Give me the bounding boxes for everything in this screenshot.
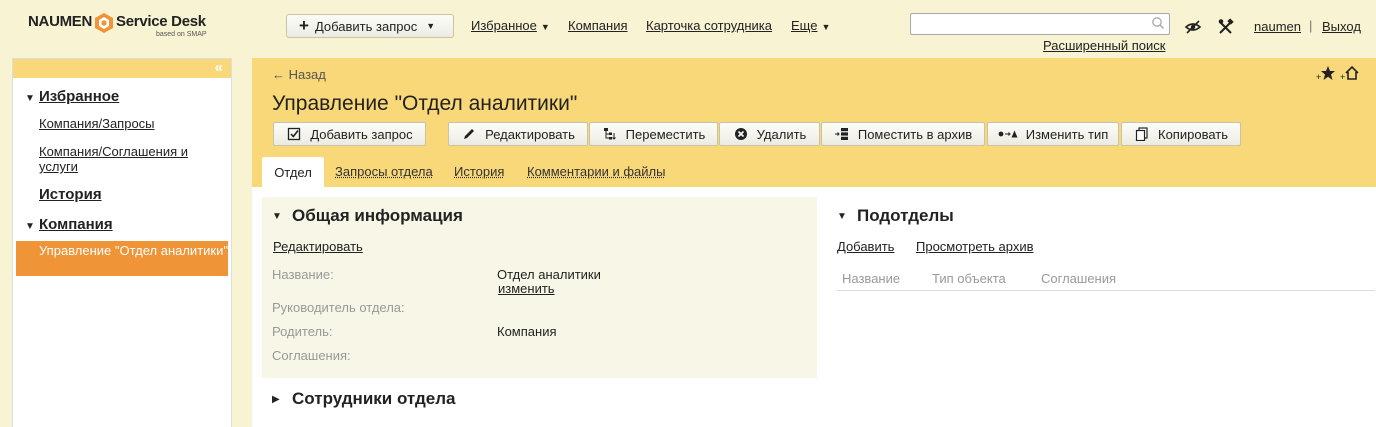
caret-down-icon: ▼ [821, 22, 831, 32]
nav-employee-card[interactable]: Карточка сотрудника [646, 18, 772, 33]
divider: | [1309, 18, 1313, 33]
add-favorite-star-icon[interactable]: + [1316, 65, 1336, 84]
employees-title: Сотрудники отдела [292, 389, 456, 408]
add-request-toolbar-label: Добавить запрос [310, 126, 413, 142]
nav-more[interactable]: Еще ▼ [791, 18, 830, 33]
move-label: Переместить [625, 126, 706, 142]
parent-label: Родитель: [272, 324, 333, 339]
copy-label: Копировать [1158, 126, 1228, 142]
back-link[interactable]: ← Назад [272, 67, 326, 82]
nav-favorites-label: Избранное [471, 18, 537, 33]
table-divider [837, 290, 1375, 291]
general-info-title: Общая информация [292, 206, 463, 225]
sidebar-item-active-department[interactable]: Управление "Отдел аналитики" [16, 241, 228, 276]
archive-icon [834, 126, 850, 142]
tab-history[interactable]: История [454, 164, 504, 179]
sidebar-company-title: Компания [39, 216, 113, 233]
edit-button[interactable]: Редактировать [448, 122, 588, 146]
logo-tagline: based on SMAP [156, 31, 207, 38]
svg-text:+: + [1340, 72, 1345, 82]
add-request-label: Добавить запрос [314, 18, 418, 34]
collapse-left-icon: « [214, 59, 223, 76]
move-button[interactable]: Переместить [589, 122, 718, 146]
search-icon[interactable] [1151, 16, 1165, 33]
logo-hex-icon [94, 12, 114, 34]
logo-brand: NAUMEN [28, 13, 93, 30]
advanced-search-link[interactable]: Расширенный поиск [1043, 38, 1165, 53]
delete-button[interactable]: Удалить [719, 122, 820, 146]
set-home-icon[interactable]: + [1340, 64, 1360, 85]
copy-button[interactable]: Копировать [1121, 122, 1241, 146]
sidebar-collapse-button[interactable]: « [13, 59, 231, 78]
sidebar-company-header[interactable]: ▼ Компания [25, 216, 113, 233]
nav-favorites[interactable]: Избранное ▼ [471, 18, 550, 33]
user-link[interactable]: naumen [1254, 19, 1301, 34]
general-info-header[interactable]: ▼ Общая информация [272, 206, 463, 226]
change-name-link[interactable]: изменить [498, 281, 555, 296]
sidebar-item-company-agreements[interactable]: Компания/Соглашения и услуги [39, 144, 219, 174]
subdivisions-add-link[interactable]: Добавить [837, 239, 894, 254]
plus-icon: + [299, 16, 309, 35]
logo-product: Service Desk [116, 13, 206, 30]
sidebar-history-title: История [39, 186, 102, 203]
sidebar-favorites-header[interactable]: ▼ Избранное [25, 88, 119, 105]
name-label: Название: [272, 267, 334, 282]
nav-company[interactable]: Компания [568, 18, 628, 33]
archive-button[interactable]: Поместить в архив [821, 122, 985, 146]
archive-label: Поместить в архив [857, 126, 973, 142]
delete-label: Удалить [756, 126, 807, 142]
tools-icon[interactable] [1217, 18, 1235, 36]
employees-header[interactable]: ▶ Сотрудники отдела [272, 389, 456, 409]
name-value: Отдел аналитики [497, 267, 601, 282]
card-header: ← Назад + + Управление "Отдел аналитики"… [252, 58, 1376, 187]
add-request-toolbar-button[interactable]: Добавить запрос [273, 122, 426, 146]
top-bar: NAUMEN Service Desk based on SMAP + Доба… [0, 0, 1376, 54]
tab-comments-files[interactable]: Комментарии и файлы [527, 164, 665, 179]
nav-more-label: Еще [791, 18, 818, 33]
triangle-down-icon: ▼ [272, 211, 282, 222]
triangle-down-icon: ▼ [25, 93, 35, 104]
head-label: Руководитель отдела: [272, 300, 405, 315]
logo[interactable]: NAUMEN Service Desk based on SMAP [28, 12, 207, 44]
sidebar-favorites-title: Избранное [39, 88, 120, 105]
search-input[interactable] [911, 14, 1141, 34]
logout-link[interactable]: Выход [1322, 19, 1361, 34]
hide-eye-icon[interactable] [1184, 18, 1202, 36]
tab-department[interactable]: Отдел [262, 157, 324, 187]
column-header-object-type[interactable]: Тип объекта [932, 271, 1006, 286]
triangle-down-icon: ▼ [25, 221, 35, 232]
column-header-name[interactable]: Название [842, 271, 900, 286]
parent-value: Компания [497, 324, 557, 339]
sidebar: « ▼ Избранное Компания/Запросы Компания/С… [12, 58, 232, 427]
svg-text:+: + [1316, 72, 1321, 81]
main-content: ← Назад + + Управление "Отдел аналитики"… [252, 58, 1376, 427]
sidebar-item-company-requests[interactable]: Компания/Запросы [39, 116, 219, 131]
move-tree-icon [602, 126, 618, 142]
checkbox-icon [286, 126, 302, 142]
copy-icon [1134, 126, 1150, 142]
sidebar-history-header[interactable]: История [25, 186, 102, 203]
caret-down-icon: ▼ [426, 21, 436, 31]
subdivisions-header[interactable]: ▼ Подотделы [837, 206, 954, 226]
triangle-right-icon: ▶ [272, 394, 280, 405]
caret-down-icon: ▼ [540, 22, 550, 32]
pencil-icon [461, 126, 477, 142]
search-box [910, 13, 1170, 35]
change-type-icon [998, 126, 1018, 142]
tab-department-requests[interactable]: Запросы отдела [335, 164, 433, 179]
triangle-down-icon: ▼ [837, 211, 847, 222]
edit-label: Редактировать [485, 126, 575, 142]
agreements-label: Соглашения: [272, 348, 351, 363]
column-header-agreements[interactable]: Соглашения [1041, 271, 1116, 286]
change-type-button[interactable]: Изменить тип [987, 122, 1119, 146]
subdivisions-title: Подотделы [857, 206, 954, 225]
delete-circle-icon [733, 126, 749, 142]
add-request-button[interactable]: + Добавить запрос ▼ [286, 14, 454, 38]
page-title: Управление "Отдел аналитики" [272, 92, 578, 115]
subdivisions-archive-link[interactable]: Просмотреть архив [916, 239, 1034, 254]
change-type-label: Изменить тип [1025, 126, 1109, 142]
general-info-edit-link[interactable]: Редактировать [273, 239, 363, 254]
